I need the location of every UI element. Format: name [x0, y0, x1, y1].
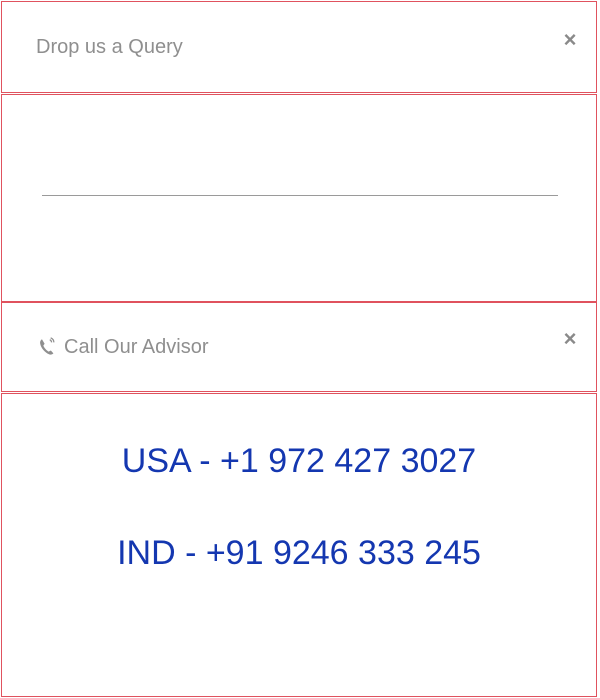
advisor-panel-header: Call Our Advisor × — [1, 302, 597, 392]
phone-icon — [40, 337, 55, 355]
query-panel-title: Drop us a Query — [36, 35, 183, 58]
query-panel-body — [1, 94, 597, 302]
advisor-panel-body: USA - +1 972 427 3027 IND - +91 9246 333… — [1, 393, 597, 697]
advisor-panel-title: Call Our Advisor — [64, 335, 209, 358]
advisor-panel-title-wrap: Call Our Advisor — [36, 336, 209, 359]
phone-link-ind[interactable]: IND - +91 9246 333 245 — [2, 534, 596, 573]
query-input[interactable] — [42, 195, 558, 196]
query-close-button[interactable]: × — [560, 29, 580, 51]
query-panel-header: Drop us a Query × — [1, 1, 597, 93]
advisor-close-button[interactable]: × — [560, 328, 580, 350]
phone-link-usa[interactable]: USA - +1 972 427 3027 — [2, 442, 596, 481]
